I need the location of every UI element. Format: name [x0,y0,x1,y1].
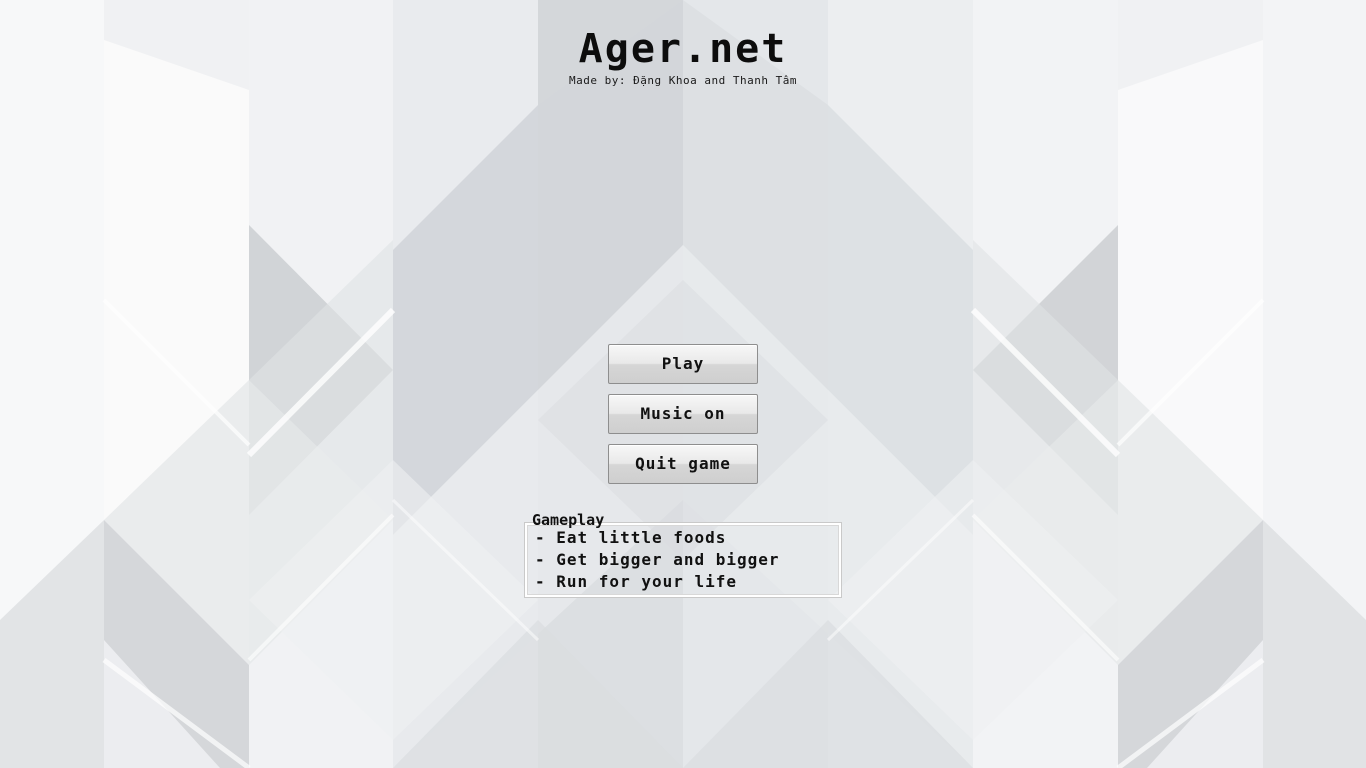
gameplay-instruction: - Get bigger and bigger [535,550,780,569]
background-geometric-pattern [0,0,1366,768]
gameplay-instruction: - Eat little foods [535,528,727,547]
game-title: Ager.net [578,26,788,72]
quit-game-button[interactable]: Quit game [608,444,758,484]
gameplay-instruction: - Run for your life [535,572,738,591]
credits-text: Made by: Đặng Khoa and Thanh Tâm [569,74,797,87]
music-toggle-button[interactable]: Music on [608,394,758,434]
play-button[interactable]: Play [608,344,758,384]
